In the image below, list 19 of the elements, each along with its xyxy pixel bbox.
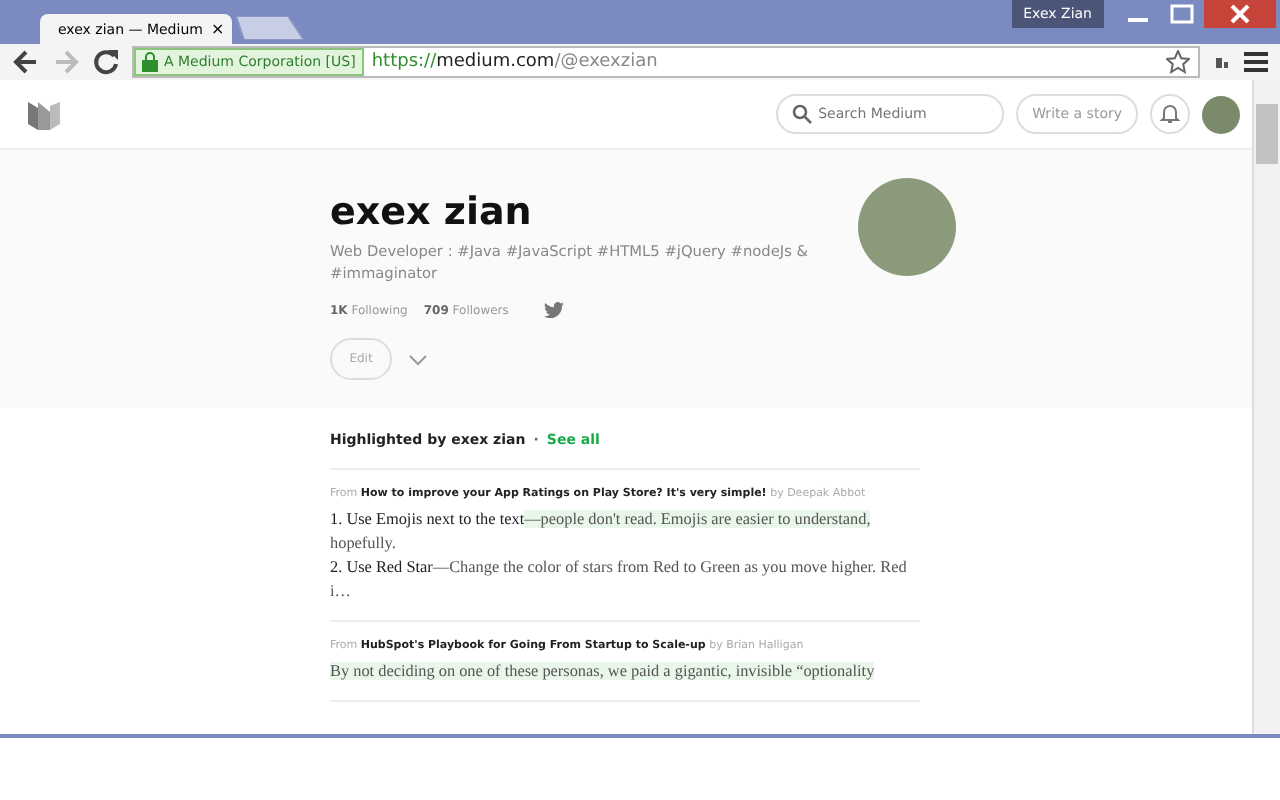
- lock-icon: [142, 52, 158, 72]
- avatar-circle[interactable]: [1202, 95, 1240, 133]
- medium-logo-icon[interactable]: [28, 98, 60, 130]
- extension-icon[interactable]: [1212, 52, 1232, 72]
- chevron-down-icon[interactable]: [408, 353, 428, 365]
- scrollbar[interactable]: [1252, 80, 1280, 734]
- profile-name: exex zian: [330, 190, 534, 234]
- twitter-bird-icon[interactable]: [544, 302, 565, 318]
- highlight-excerpt: By not deciding on one of these personas, we paid a gigantic, invisible “optionality: [330, 660, 877, 684]
- close-tab-button[interactable]: ×: [210, 20, 225, 38]
- highlight-excerpt: 1. Use Emojis next to the text—people don't read. Emojis are easier to understand, hopefully. 2. Use Red Star—Change the color of stars from Red to Green as you move higher. Red i…: [330, 508, 909, 604]
- reload-button[interactable]: [92, 48, 120, 76]
- close-window-button[interactable]: [1204, 0, 1276, 28]
- back-button[interactable]: [12, 48, 40, 76]
- avatar-photo-placeholder: [858, 178, 956, 276]
- menu-icon[interactable]: [1244, 52, 1268, 72]
- url-text: https://medium.com/@exexzian: [371, 52, 658, 72]
- bell-icon[interactable]: [1150, 94, 1190, 134]
- star-icon[interactable]: [1166, 50, 1190, 74]
